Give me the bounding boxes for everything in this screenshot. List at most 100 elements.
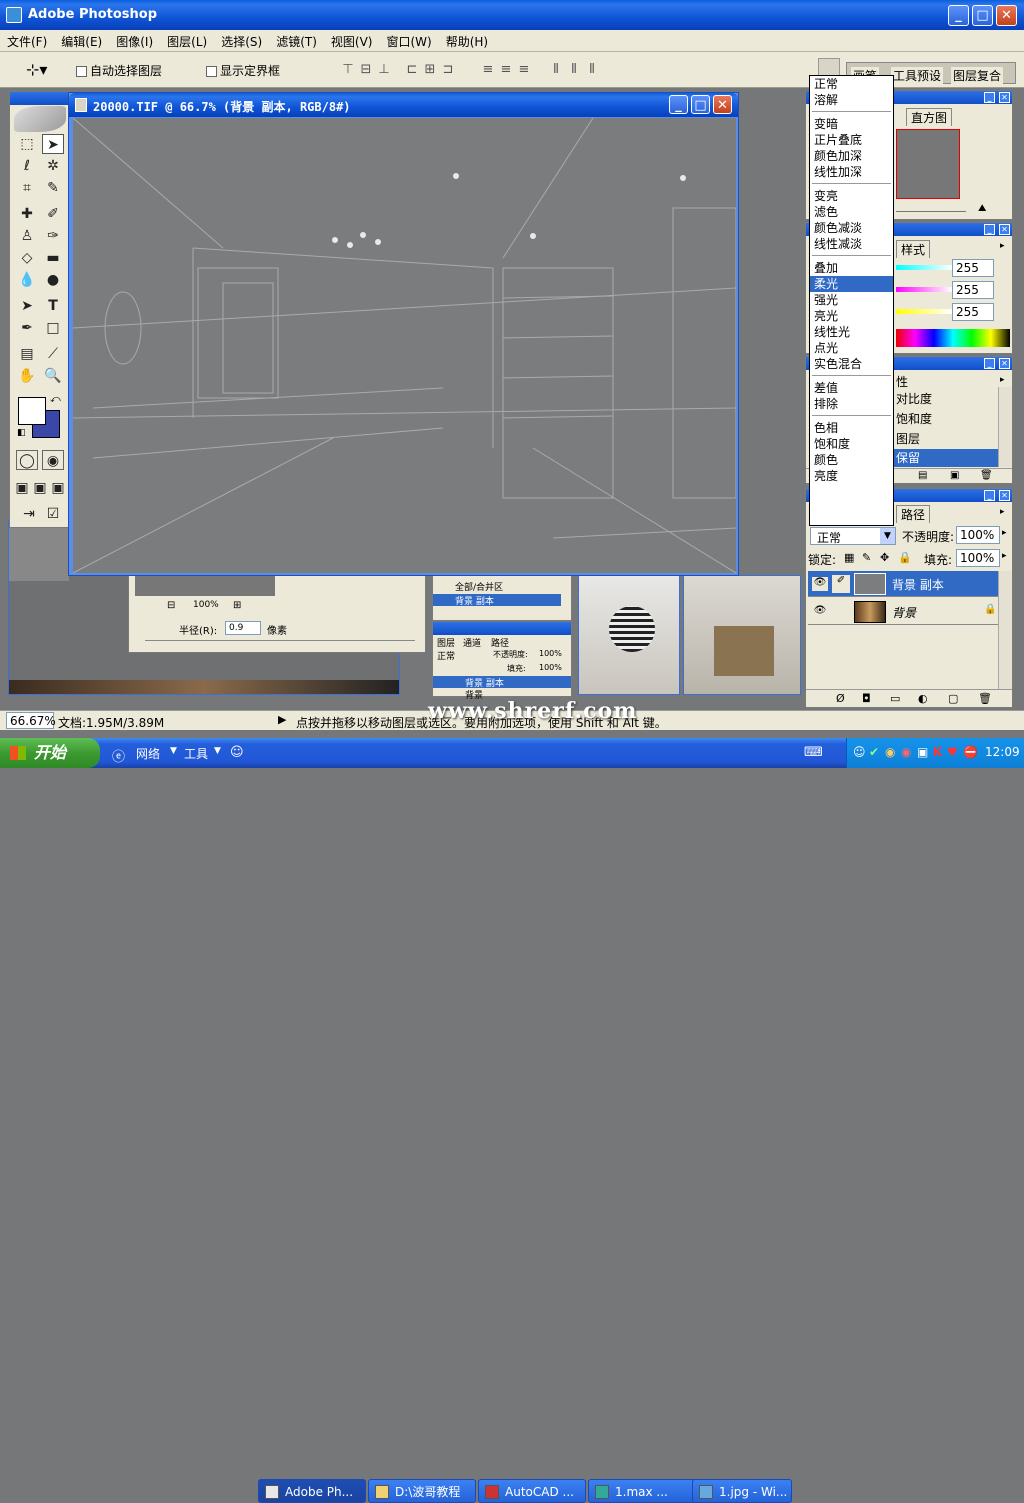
blue-slider[interactable]: [896, 309, 952, 314]
quickmask-mode-icon[interactable]: ◉: [42, 450, 64, 470]
blend-hard-light[interactable]: 强光: [810, 292, 893, 308]
layers-close[interactable]: ✕: [999, 490, 1010, 501]
screen-mode-standard-icon[interactable]: ▣: [14, 478, 30, 498]
brush-link-icon[interactable]: ✐: [832, 575, 850, 593]
opacity-arrow-icon[interactable]: ▸: [1002, 528, 1007, 538]
menu-filter[interactable]: 滤镜(T): [269, 30, 324, 53]
magic-wand-icon[interactable]: ✲: [42, 156, 64, 176]
blend-color-dodge[interactable]: 颜色减淡: [810, 220, 893, 236]
opacity-field[interactable]: 100%: [956, 526, 1000, 544]
blend-hue[interactable]: 色相: [810, 420, 893, 436]
distribute-vcenter-icon[interactable]: ≡: [498, 63, 514, 77]
visibility-eye-icon-bg[interactable]: 👁: [812, 605, 828, 619]
styles-tab[interactable]: 样式: [896, 240, 931, 258]
navigator-minimize[interactable]: _: [984, 92, 995, 103]
blend-exclusion[interactable]: 排除: [810, 396, 893, 412]
lasso-tool-icon[interactable]: ℓ: [16, 156, 38, 176]
zoom-tool-icon[interactable]: 🔍: [42, 366, 64, 386]
move-tool-button[interactable]: ➤: [42, 134, 64, 154]
blend-multiply[interactable]: 正片叠底: [810, 132, 893, 148]
default-colors-icon[interactable]: ◧: [17, 428, 26, 438]
adjustment-layer-icon[interactable]: ◐: [918, 692, 928, 705]
actions-item-contrast[interactable]: 对比度: [896, 390, 932, 407]
align-left-icon[interactable]: ⊏: [404, 63, 420, 77]
close-button[interactable]: ✕: [996, 5, 1017, 26]
blend-darken[interactable]: 变暗: [810, 116, 893, 132]
tray-icon-4[interactable]: ◉: [901, 745, 911, 759]
fill-arrow-icon[interactable]: ▸: [1002, 551, 1007, 561]
tray-icon-7[interactable]: ♥: [947, 745, 958, 759]
net-toolbar[interactable]: 网络: [136, 745, 160, 762]
color-options-icon[interactable]: ▸: [1000, 241, 1005, 251]
distribute-left-icon[interactable]: ⦀: [548, 63, 564, 77]
blend-soft-light[interactable]: 柔光: [810, 276, 893, 292]
paths-tab[interactable]: 路径: [896, 505, 931, 523]
blend-saturation[interactable]: 饱和度: [810, 436, 893, 452]
layer-row-active[interactable]: 👁 ✐ 背景 副本: [808, 571, 998, 597]
actions-minimize[interactable]: _: [984, 358, 995, 369]
actions-close[interactable]: ✕: [999, 358, 1010, 369]
blend-linear-burn[interactable]: 线性加深: [810, 164, 893, 180]
distribute-top-icon[interactable]: ≡: [480, 63, 496, 77]
clone-stamp-icon[interactable]: ♙: [16, 226, 38, 246]
green-value[interactable]: 255: [952, 281, 994, 299]
keyboard-icon[interactable]: ⌨: [804, 745, 823, 760]
color-minimize[interactable]: _: [984, 224, 995, 235]
new-set-icon[interactable]: ▤: [918, 470, 927, 481]
actions-tab-suffix[interactable]: 性: [896, 373, 908, 390]
actions-options-icon[interactable]: ▸: [1000, 375, 1005, 385]
doc-close-button[interactable]: ✕: [713, 95, 732, 114]
lock-transparency-icon[interactable]: ▦: [844, 551, 854, 564]
doc-maximize-button[interactable]: □: [691, 95, 710, 114]
hand-tool-icon[interactable]: ✋: [16, 366, 38, 386]
align-top-icon[interactable]: ⊤: [340, 63, 356, 77]
status-arrow-icon[interactable]: ▶: [278, 713, 286, 726]
tools-toolbar[interactable]: 工具: [184, 745, 208, 762]
show-bounds-checkbox[interactable]: 显示定界框: [206, 62, 280, 79]
align-bottom-icon[interactable]: ⊥: [376, 63, 392, 77]
maximize-button[interactable]: □: [972, 5, 993, 26]
delete-action-icon[interactable]: 🗑: [980, 470, 993, 481]
dodge-tool-icon[interactable]: ●: [42, 270, 64, 290]
blend-normal[interactable]: 正常: [810, 76, 893, 92]
swap-colors-icon[interactable]: ⤺: [50, 394, 61, 405]
menu-help[interactable]: 帮助(H): [439, 30, 495, 53]
visibility-eye-icon[interactable]: 👁: [812, 577, 828, 591]
history-brush-icon[interactable]: ✑: [42, 226, 64, 246]
align-right-icon[interactable]: ⊐: [440, 63, 456, 77]
menu-layer[interactable]: 图层(L): [160, 30, 214, 53]
healing-brush-icon[interactable]: ✚: [16, 204, 38, 224]
actions-item-layer[interactable]: 图层: [896, 430, 920, 447]
lock-all-icon[interactable]: 🔒: [898, 551, 912, 564]
navigator-close[interactable]: ✕: [999, 92, 1010, 103]
align-hcenter-icon[interactable]: ⊞: [422, 63, 438, 77]
actions-scrollbar[interactable]: [998, 387, 1012, 467]
notes-tool-icon[interactable]: ▤: [16, 344, 38, 364]
red-value[interactable]: 255: [952, 259, 994, 277]
histogram-tab[interactable]: 直方图: [906, 108, 953, 126]
screen-mode-full-icon[interactable]: ▣: [50, 478, 66, 498]
navigator-zoom-in-icon[interactable]: ⛰: [978, 203, 986, 214]
menu-file[interactable]: 文件(F): [0, 30, 54, 53]
layer-row-background[interactable]: 👁 背景 🔒: [808, 599, 998, 625]
align-vcenter-icon[interactable]: ⊟: [358, 63, 374, 77]
layer-style-icon[interactable]: Ø: [836, 692, 845, 705]
distribute-hcenter-icon[interactable]: ⦀: [566, 63, 582, 77]
tray-icon-5[interactable]: ▣: [917, 745, 928, 759]
brush-tool-icon[interactable]: ✐: [42, 204, 64, 224]
ie-icon[interactable]: ⓔ: [112, 746, 125, 765]
tray-icon-3[interactable]: ◉: [885, 745, 895, 759]
task-autocad[interactable]: AutoCAD ...: [478, 1479, 586, 1503]
tab-layer-comps[interactable]: 图层复合: [951, 67, 1004, 84]
shape-tool-icon[interactable]: □: [42, 318, 64, 338]
pen-tool-icon[interactable]: ✒: [16, 318, 38, 338]
standard-mode-icon[interactable]: ◯: [16, 450, 38, 470]
blend-mode-select[interactable]: 正常 ▼: [810, 527, 896, 545]
red-slider[interactable]: [896, 265, 952, 270]
start-button[interactable]: 开始: [0, 738, 100, 768]
blend-difference[interactable]: 差值: [810, 380, 893, 396]
blend-color[interactable]: 颜色: [810, 452, 893, 468]
task-folder[interactable]: D:\波哥教程: [368, 1479, 476, 1503]
blend-dissolve[interactable]: 溶解: [810, 92, 893, 108]
blend-color-burn[interactable]: 颜色加深: [810, 148, 893, 164]
